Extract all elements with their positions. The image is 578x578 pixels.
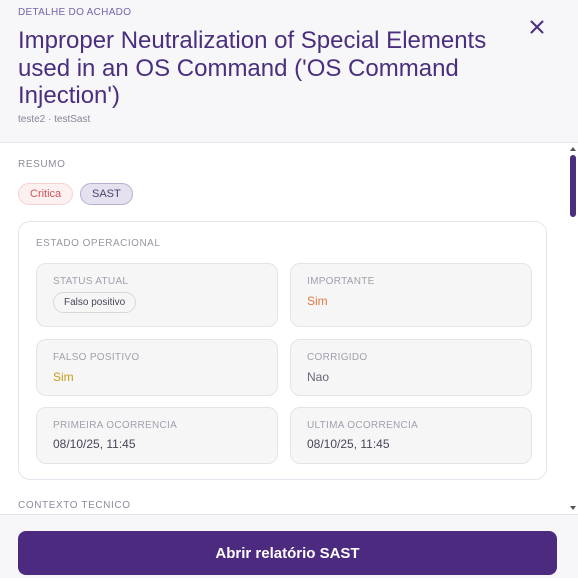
scrollbar-thumb[interactable] <box>570 155 576 217</box>
falso-positivo-label: FALSO POSITIVO <box>53 352 140 363</box>
scrollbar[interactable] <box>568 144 578 514</box>
primeira-ocorrencia-label: PRIMEIRA OCORRENCIA <box>53 420 178 431</box>
falso-positivo-card: FALSO POSITIVO Sim <box>36 339 278 396</box>
ultima-ocorrencia-label: ULTIMA OCORRENCIA <box>307 420 419 431</box>
operational-state-panel: ESTADO OPERACIONAL STATUS ATUAL Falso po… <box>18 221 547 480</box>
close-button[interactable] <box>524 14 550 40</box>
importante-value: Sim <box>307 294 328 308</box>
summary-section-label: RESUMO <box>18 159 66 170</box>
corrigido-value: Nao <box>307 370 330 384</box>
falso-positivo-value: Sim <box>53 370 74 384</box>
importante-card: IMPORTANTE Sim <box>290 263 532 327</box>
ultima-ocorrencia-value: 08/10/25, 11:45 <box>307 437 390 451</box>
status-badge: Falso positivo <box>53 292 137 313</box>
open-sast-report-button[interactable]: Abrir relatório SAST <box>18 531 557 575</box>
finding-detail-header: DETALHE DO ACHADO Improper Neutralizatio… <box>0 0 578 143</box>
ultima-ocorrencia-card: ULTIMA OCORRENCIA 08/10/25, 11:45 <box>290 407 532 464</box>
technical-section-label: CONTEXTO TECNICO <box>18 500 131 511</box>
scroll-down-arrow-icon[interactable] <box>570 506 576 510</box>
footer: Abrir relatório SAST <box>0 514 578 578</box>
detail-scroll-area[interactable]: RESUMO Critica SAST ESTADO OPERACIONAL S… <box>0 144 578 514</box>
operational-state-label: ESTADO OPERACIONAL <box>36 238 161 249</box>
severity-badge: Critica <box>18 183 74 205</box>
scroll-up-arrow-icon[interactable] <box>570 147 576 151</box>
eyebrow-label: DETALHE DO ACHADO <box>18 7 132 18</box>
finding-subtitle: teste2 · testSast <box>18 114 91 125</box>
primeira-ocorrencia-card: PRIMEIRA OCORRENCIA 08/10/25, 11:45 <box>36 407 278 464</box>
close-icon <box>530 20 544 34</box>
finding-title: Improper Neutralization of Special Eleme… <box>18 27 487 109</box>
primeira-ocorrencia-value: 08/10/25, 11:45 <box>53 437 136 451</box>
corrigido-card: CORRIGIDO Nao <box>290 339 532 396</box>
importante-label: IMPORTANTE <box>307 276 375 287</box>
status-atual-card: STATUS ATUAL Falso positivo <box>36 263 278 327</box>
corrigido-label: CORRIGIDO <box>307 352 368 363</box>
status-atual-label: STATUS ATUAL <box>53 276 129 287</box>
type-badge: SAST <box>80 183 133 205</box>
